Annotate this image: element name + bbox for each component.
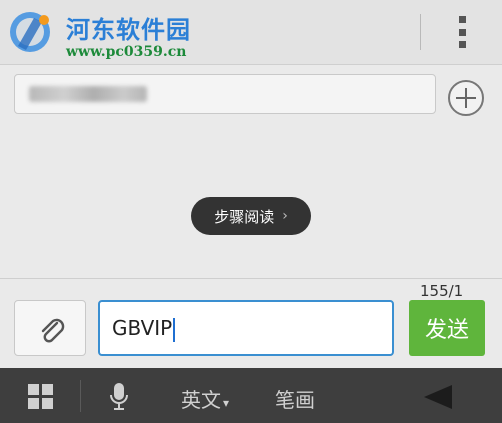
recipient-field[interactable] — [14, 74, 436, 114]
paperclip-icon — [41, 318, 65, 343]
microphone-icon[interactable] — [108, 382, 130, 412]
attach-button[interactable] — [14, 300, 86, 356]
message-input[interactable]: GBVIP — [98, 300, 394, 356]
overflow-menu-icon[interactable] — [448, 16, 476, 48]
text-caret — [173, 317, 176, 342]
stroke-input-mode[interactable]: 笔画 — [275, 384, 315, 413]
hide-keyboard-icon[interactable] — [416, 384, 456, 410]
watermark-logo-icon — [10, 12, 50, 52]
send-button[interactable]: 发送 — [409, 300, 485, 356]
message-text: GBVIP — [112, 316, 173, 340]
send-label: 发送 — [424, 318, 469, 343]
chevron-right-icon: › — [282, 208, 288, 224]
language-switch[interactable]: 英文 ▾ — [181, 384, 229, 413]
plus-circle-icon[interactable] — [448, 80, 484, 116]
grid-icon[interactable] — [28, 384, 54, 410]
toolbar-divider — [80, 380, 81, 412]
keyboard-toolbar: 英文 ▾ 笔画 — [0, 368, 502, 423]
watermark-site-name: 河东软件园 — [66, 15, 191, 44]
recipient-blurred-text — [29, 86, 147, 102]
char-counter: 155/1 — [420, 282, 464, 300]
topbar-divider — [420, 14, 421, 50]
stroke-label: 笔画 — [275, 388, 315, 412]
step-reading-toast[interactable]: 步骤阅读 › — [191, 197, 311, 235]
toast-label: 步骤阅读 — [214, 207, 275, 226]
top-bar: 河东软件园 www.pc0359.cn — [0, 0, 502, 65]
watermark-site-url: www.pc0359.cn — [66, 44, 187, 60]
chevron-down-icon: ▾ — [223, 396, 230, 410]
language-label: 英文 — [181, 388, 221, 412]
